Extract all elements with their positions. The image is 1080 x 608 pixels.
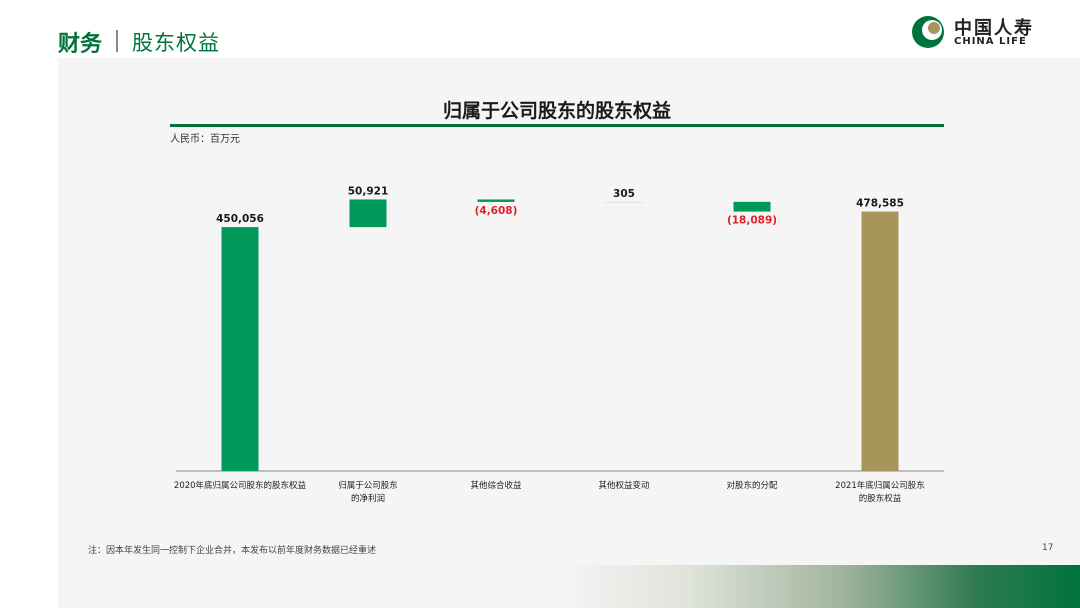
bar-4 <box>605 201 643 203</box>
category-label-4-1: 其他权益变动 <box>598 480 650 491</box>
value-label-4: 305 <box>613 188 635 200</box>
value-label-1: 450,056 <box>216 213 264 225</box>
page-number: 17 <box>1042 543 1054 553</box>
category-label-6-1: 2021年底归属公司股东 <box>835 480 925 491</box>
bar-3 <box>477 199 515 202</box>
category-label-1-1: 2020年底归属公司股东的股东权益 <box>174 480 307 491</box>
value-label-5: (18,089) <box>727 215 777 227</box>
footnote: 注：因本年发生同一控制下企业合并，本发布以前年度财务数据已经重述 <box>88 546 377 556</box>
bar-1 <box>221 227 259 471</box>
category-label-5-1: 对股东的分配 <box>726 480 778 491</box>
waterfall-chart: 450,056 2020年底归属公司股东的股东权益 50,921 归属于公司股东的净利… <box>174 185 944 504</box>
value-label-3: (4,608) <box>475 205 518 217</box>
category-label-2-1: 归属于公司股东 <box>338 480 398 491</box>
category-label-6-2: 的股东权益 <box>859 493 902 504</box>
value-label-6: 478,585 <box>856 198 904 210</box>
category-label-3-1: 其他综合收益 <box>470 480 522 491</box>
bar-6 <box>861 211 899 471</box>
bar-5 <box>733 201 771 212</box>
value-label-2: 50,921 <box>348 185 389 197</box>
bar-2 <box>349 199 387 228</box>
category-label-2-2: 的净利润 <box>351 493 385 504</box>
